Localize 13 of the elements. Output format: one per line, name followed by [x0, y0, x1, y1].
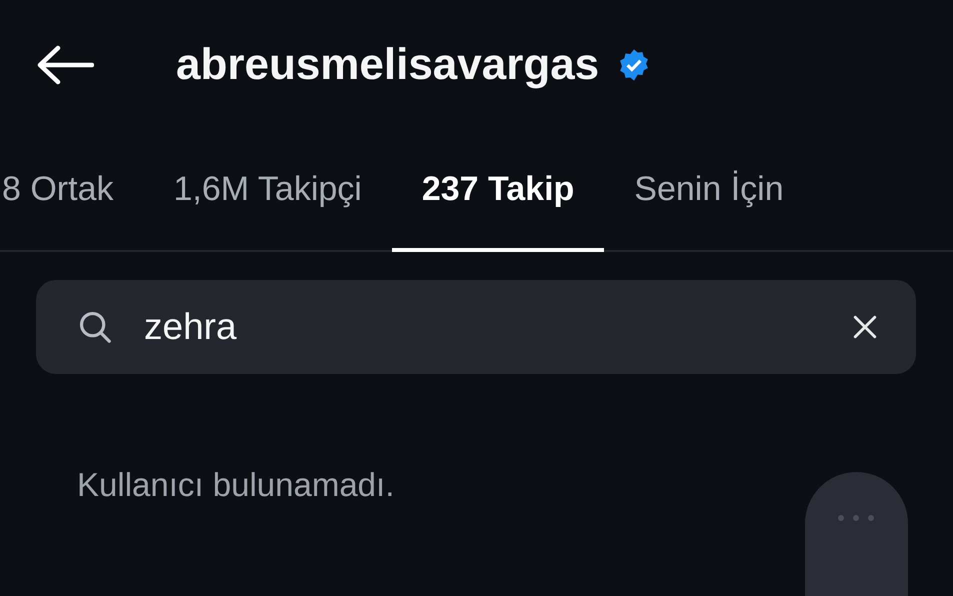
- search-input[interactable]: zehra: [144, 306, 852, 348]
- tab[interactable]: Senin İçin: [604, 130, 814, 252]
- close-icon: [852, 314, 878, 340]
- profile-username: abreusmelisavargas: [176, 40, 600, 90]
- tab[interactable]: 237 Takip: [392, 130, 604, 252]
- floating-handle[interactable]: [805, 472, 908, 596]
- back-button[interactable]: [36, 45, 94, 85]
- clear-button[interactable]: [852, 314, 878, 340]
- search-field[interactable]: zehra: [36, 280, 916, 374]
- empty-message: Kullanıcı bulunamadı.: [77, 466, 396, 504]
- tab[interactable]: 1,6M Takipçi: [143, 130, 392, 252]
- back-arrow-icon: [36, 45, 94, 85]
- tab[interactable]: 8 Ortak: [0, 130, 144, 252]
